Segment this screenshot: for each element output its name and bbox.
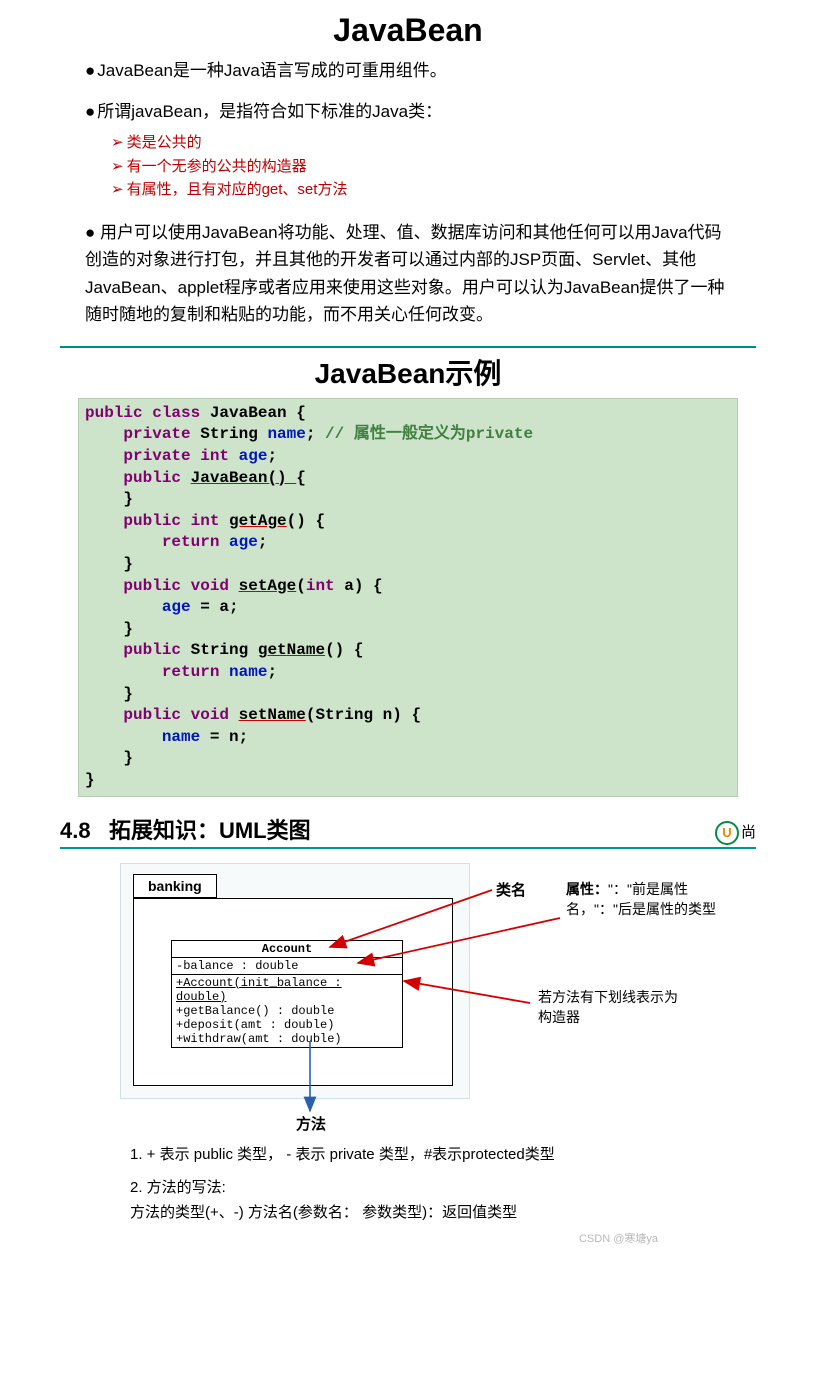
example-title: JavaBean示例 bbox=[0, 348, 816, 396]
section-title: 拓展知识：UML类图 bbox=[109, 818, 311, 843]
footer-line-2b: 方法的类型(+、-) 方法名(参数名： 参数类型)：返回值类型 bbox=[130, 1201, 706, 1224]
note-attr: 属性："："前是属性名，"："后是属性的类型 bbox=[566, 879, 736, 920]
intro-block: JavaBean是一种Java语言写成的可重用组件。 所谓javaBean，是指… bbox=[0, 57, 816, 336]
label-method: 方法 bbox=[296, 1113, 326, 1134]
uml-method: +getBalance() : double bbox=[176, 1004, 398, 1018]
watermark: CSDN @寒塘ya bbox=[579, 1231, 658, 1248]
page-title: JavaBean bbox=[0, 0, 816, 57]
footer-line-2a: 2. 方法的写法: bbox=[130, 1176, 706, 1199]
uml-diagram: banking Account -balance : double +Accou… bbox=[120, 863, 738, 1133]
code-block: public class JavaBean { private String n… bbox=[78, 398, 738, 797]
uml-package: banking bbox=[133, 874, 217, 898]
label-classname: 类名 bbox=[496, 879, 526, 900]
uml-class-name: Account bbox=[172, 941, 402, 958]
sub-bullet-1: 类是公共的 bbox=[111, 131, 731, 154]
sub-bullet-3: 有属性，且有对应的get、set方法 bbox=[111, 178, 731, 201]
logo-text: 尚 bbox=[741, 824, 756, 841]
section-number: 4.8 bbox=[60, 818, 91, 843]
footer-line-1: 1. + 表示 public 类型， - 表示 private 类型，#表示pr… bbox=[130, 1143, 706, 1166]
logo-icon: U bbox=[715, 821, 739, 845]
sub-bullet-2: 有一个无参的公共的构造器 bbox=[111, 155, 731, 178]
uml-method: +withdraw(amt : double) bbox=[176, 1032, 398, 1046]
uml-constructor: +Account(init_balance : double) bbox=[176, 976, 398, 1004]
bullet-2: 所谓javaBean，是指符合如下标准的Java类： bbox=[85, 98, 731, 125]
uml-method: +deposit(amt : double) bbox=[176, 1018, 398, 1032]
section-header: 4.8 拓展知识：UML类图 U尚 bbox=[60, 813, 756, 849]
uml-attr: -balance : double bbox=[172, 958, 402, 975]
note-ctor: 若方法有下划线表示为构造器 bbox=[538, 987, 678, 1028]
footer-notes: 1. + 表示 public 类型， - 表示 private 类型，#表示pr… bbox=[130, 1143, 706, 1225]
bullet-1: JavaBean是一种Java语言写成的可重用组件。 bbox=[85, 57, 731, 84]
uml-class: Account -balance : double +Account(init_… bbox=[171, 940, 403, 1048]
paragraph: 用户可以使用JavaBean将功能、处理、值、数据库访问和其他任何可以用Java… bbox=[85, 219, 731, 328]
